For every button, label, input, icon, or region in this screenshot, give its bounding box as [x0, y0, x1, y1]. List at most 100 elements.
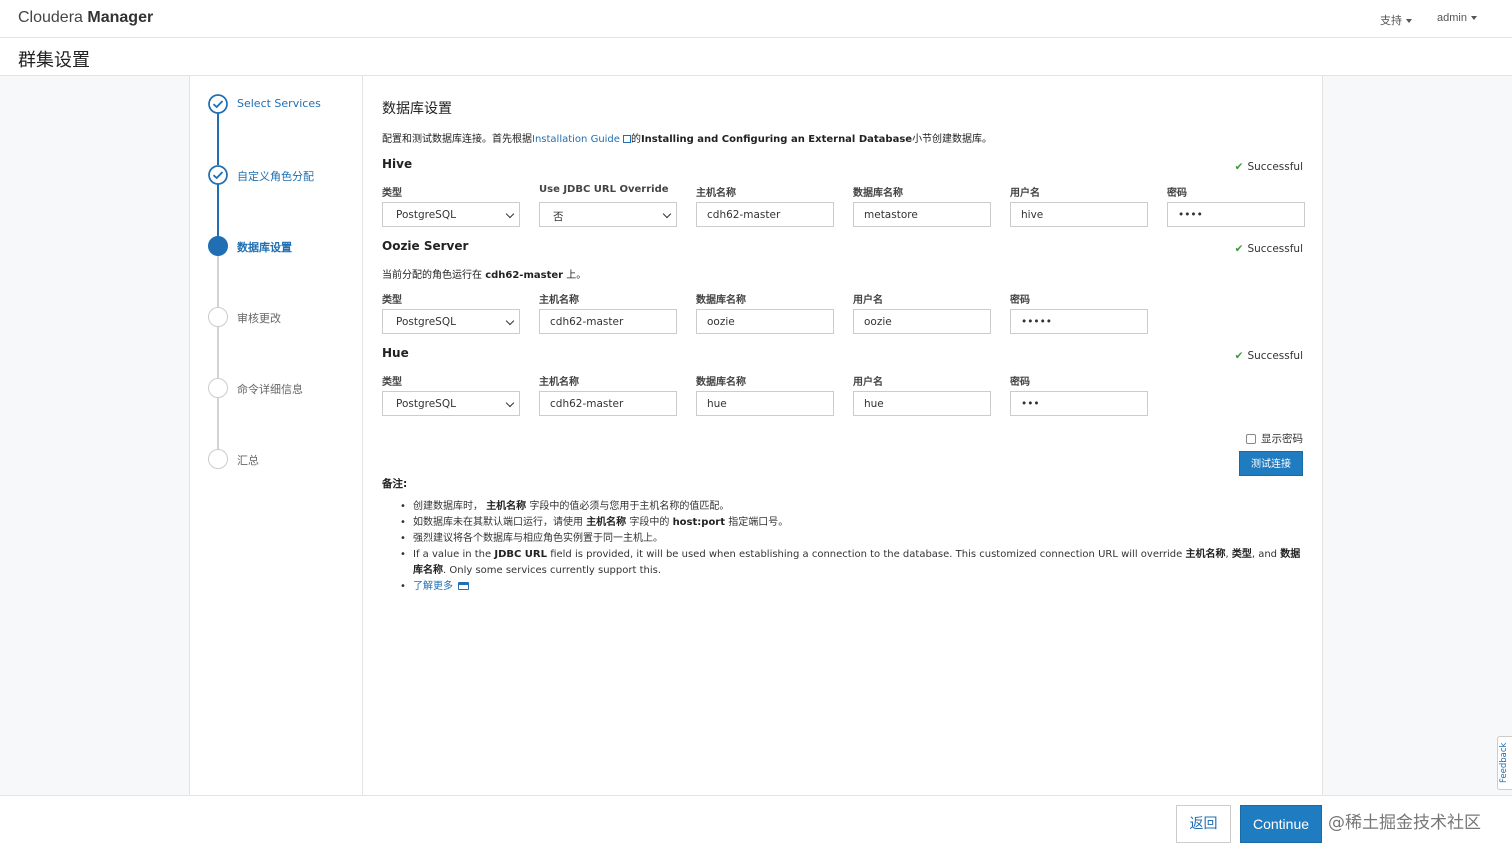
hue-status: ✔ Successful [1235, 350, 1303, 362]
hue-host-input[interactable]: cdh62-master [539, 391, 677, 416]
caret-down-icon [1406, 19, 1412, 24]
note-bold: JDBC URL [494, 549, 547, 560]
current-step-dot-icon [208, 236, 228, 256]
note-suffix: 上。 [566, 270, 587, 281]
feedback-tab[interactable]: Feedback [1497, 736, 1512, 790]
select-value: PostgreSQL [396, 398, 456, 410]
oozie-host-input[interactable]: cdh62-master [539, 309, 677, 334]
check-icon: ✔ [1234, 350, 1244, 362]
field-label: 数据库名称 [696, 295, 746, 306]
field-label: 类型 [382, 377, 402, 388]
hue-type-select[interactable]: PostgreSQL [382, 391, 520, 416]
main-content: 数据库设置 配置和测试数据库连接。首先根据Installation Guide 的… [363, 76, 1322, 795]
step-label: 审核更改 [237, 312, 281, 325]
hue-password-input[interactable]: ••• [1010, 391, 1148, 416]
field-label: 用户名 [853, 377, 883, 388]
hive-type-select[interactable]: PostgreSQL [382, 202, 520, 227]
hive-password-input[interactable]: •••• [1167, 202, 1305, 227]
user-menu[interactable]: admin [1437, 12, 1477, 24]
note-bold: 主机名称 [586, 517, 627, 528]
field-label: 密码 [1010, 377, 1030, 388]
show-password-toggle[interactable]: 显示密码 [1246, 431, 1303, 446]
hue-username-input[interactable]: hue [853, 391, 991, 416]
step-summary: 汇总 [208, 449, 358, 469]
pending-step-circle-icon [208, 378, 228, 398]
hive-username-input[interactable]: hive [1010, 202, 1148, 227]
hive-host-input[interactable]: cdh62-master [696, 202, 834, 227]
chevron-down-icon [505, 398, 515, 408]
intro-bold: Installing and Configuring an External D… [640, 134, 913, 145]
step-label: 数据库设置 [237, 241, 292, 254]
field-label: 类型 [382, 295, 402, 306]
check-icon: ✔ [1234, 161, 1244, 173]
brand-light: Cloudera [18, 9, 83, 26]
feedback-label: Feedback [1499, 742, 1509, 783]
notes-title: 备注: [382, 478, 408, 490]
check-icon: ✔ [1234, 243, 1244, 255]
step-connector [217, 397, 219, 449]
step-custom-role-assignment[interactable]: 自定义角色分配 [208, 165, 358, 185]
checkbox[interactable] [1246, 434, 1256, 444]
field-label: 密码 [1167, 188, 1187, 199]
note-text: 强烈建议将各个数据库与相应角色实例置于同一主机上。 [413, 533, 663, 544]
intro-prefix: 配置和测试数据库连接。首先根据 [382, 134, 532, 145]
step-connector [217, 255, 219, 307]
learn-more-link[interactable]: 了解更多 [413, 581, 453, 592]
check-circle-icon [208, 94, 228, 114]
list-item: 强烈建议将各个数据库与相应角色实例置于同一主机上。 [397, 531, 1302, 547]
hue-db-name-input[interactable]: hue [696, 391, 834, 416]
status-text: Successful [1247, 243, 1303, 255]
list-item: If a value in the JDBC URL field is prov… [397, 547, 1302, 579]
user-label: admin [1437, 12, 1467, 24]
intro-mid: 的 [630, 134, 641, 145]
step-connector [217, 113, 219, 165]
oozie-password-input[interactable]: ••••• [1010, 309, 1148, 334]
step-command-details: 命令详细信息 [208, 378, 358, 398]
brand-bold: Manager [87, 9, 154, 26]
note-text: If a value in the [413, 549, 492, 560]
hive-jdbc-override-select[interactable]: 否 [539, 202, 677, 227]
caret-down-icon [1470, 16, 1477, 21]
select-value: PostgreSQL [396, 316, 456, 328]
continue-button[interactable]: Continue [1240, 805, 1322, 843]
note-text: 创建数据库时， [413, 501, 483, 512]
section-heading: 数据库设置 [382, 101, 452, 117]
field-label: 主机名称 [539, 377, 579, 388]
field-label: 用户名 [853, 295, 883, 306]
hive-db-name-input[interactable]: metastore [853, 202, 991, 227]
step-label: 命令详细信息 [237, 383, 303, 396]
intro-suffix: 小节创建数据库。 [912, 134, 993, 145]
select-value: 否 [553, 211, 564, 223]
note-text: and [1258, 549, 1278, 560]
note-text: 指定端口号。 [728, 517, 789, 528]
step-select-services[interactable]: Select Services [208, 94, 358, 114]
chevron-down-icon [505, 316, 515, 326]
status-text: Successful [1247, 350, 1303, 362]
note-text: 字段中的值必须与您用于主机名称的值匹配。 [529, 501, 730, 512]
oozie-role-note: 当前分配的角色运行在 cdh62-master 上。 [382, 266, 586, 281]
back-button[interactable]: 返回 [1176, 805, 1231, 843]
oozie-type-select[interactable]: PostgreSQL [382, 309, 520, 334]
show-password-label: 显示密码 [1261, 433, 1303, 445]
watermark-text: @稀土掘金技术社区 [1328, 813, 1481, 833]
brand-logo[interactable]: Cloudera Manager [18, 9, 153, 27]
field-label: 数据库名称 [853, 188, 903, 199]
window-icon [458, 582, 469, 590]
footer-bar: 返回 Continue @稀土掘金技术社区 [0, 795, 1512, 851]
support-menu[interactable]: 支持 [1380, 12, 1412, 28]
chevron-down-icon [505, 209, 515, 219]
external-link-icon [622, 135, 631, 143]
oozie-db-name-input[interactable]: oozie [696, 309, 834, 334]
top-navbar: Cloudera Manager 支持 admin [0, 0, 1512, 38]
title-bar: 群集设置 [0, 38, 1512, 76]
step-label: Select Services [237, 97, 321, 110]
test-connection-button[interactable]: 测试连接 [1239, 451, 1303, 476]
note-prefix: 当前分配的角色运行在 [382, 270, 482, 281]
note-text: field is provided, it will be used when … [550, 549, 1183, 560]
step-review-changes: 审核更改 [208, 307, 358, 327]
hive-section-title: Hive [382, 157, 413, 171]
installation-guide-link[interactable]: Installation Guide [532, 134, 620, 145]
oozie-username-input[interactable]: oozie [853, 309, 991, 334]
note-text: . Only some services currently support t… [443, 565, 661, 576]
page-title: 群集设置 [18, 50, 90, 71]
